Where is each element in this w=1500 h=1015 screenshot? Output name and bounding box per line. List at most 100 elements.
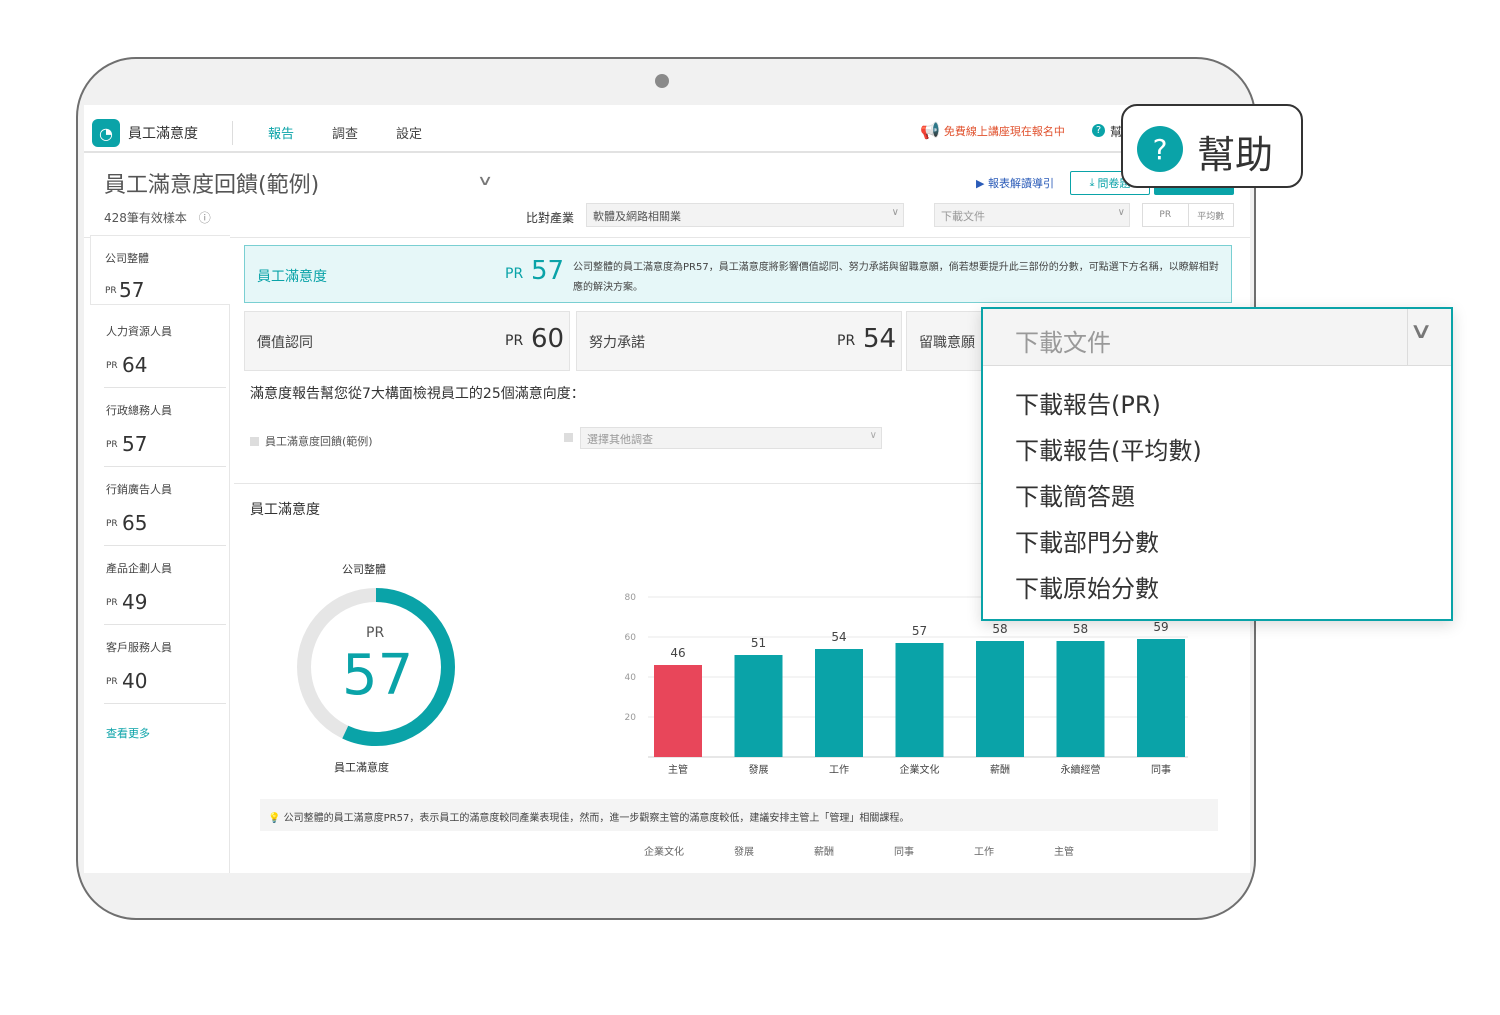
app-logo-icon[interactable]: ◔ [92,119,120,147]
satisfaction-summary-card[interactable]: 員工滿意度 PR 57 公司整體的員工滿意度為PR57，員工滿意度將影響價值認同… [244,245,1232,303]
download-dropdown: 下載文件 ∨ 下載報告(PR) 下載報告(平均數) 下載簡答題 下載部門分數 下… [981,307,1453,621]
section-title: 員工滿意度 [250,502,320,518]
y-tick-label: 20 [625,713,637,723]
pr-label: PR [105,286,117,296]
report-title: 員工滿意度回饋(範例) [104,173,320,198]
other-survey-check[interactable] [564,433,573,442]
sidebar-item-service[interactable]: 客戶服務人員 PR 40 [90,625,230,695]
summary-description: 公司整體的員工滿意度為PR57，員工滿意度將影響價值認同、努力承諾與留職意願，倘… [573,262,1219,293]
download-dropdown-placeholder: 下載文件 [1015,329,1111,357]
sidebar-item-label: 行政總務人員 [106,404,172,417]
download-select-value: 下載文件 [941,210,985,223]
summary-pr: 57 [531,256,565,286]
bar-value-label: 54 [831,630,846,644]
x-tick-label: 薪酬 [990,764,1010,776]
download-icon: ⤓ [1089,176,1095,189]
nav-tab-settings[interactable]: 設定 [396,123,422,142]
sidebar-item-marketing[interactable]: 行銷廣告人員 PR 65 [90,467,230,537]
bar [654,665,702,757]
insight-text: 公司整體的員工滿意度PR57，表示員工的滿意度較同產業表現佳，然而，進一步觀察主… [283,813,910,824]
sidebar-item-product[interactable]: 產品企劃人員 PR 49 [90,546,230,616]
summary-label: 員工滿意度 [257,269,327,285]
help-callout[interactable]: ? 幫助 [1121,104,1303,188]
megaphone-icon: 📢 [920,121,940,140]
bar [815,649,863,757]
cut-label: 企業文化 [644,847,684,858]
bar [976,641,1024,757]
sidebar-item-pr: 49 [122,590,148,614]
department-sidebar: 公司整體 PR 57 人力資源人員 PR 64 行政總務人員 PR 57 行銷廣… [90,235,230,873]
subcard-label: 留職意願 [919,335,975,351]
pr-label: PR [106,361,118,371]
x-tick-label: 工作 [829,764,849,776]
subcard-value-identity[interactable]: 價值認同 PR 60 [244,311,570,371]
guide-link-text: 報表解讀導引 [987,177,1054,190]
pr-label: PR [837,333,856,349]
download-option-average[interactable]: 下載報告(平均數) [1015,431,1202,466]
chevron-down-icon[interactable]: ∨ [477,173,493,189]
subcard-pr: 54 [863,324,897,354]
toggle-pr[interactable]: PR [1143,204,1188,226]
sidebar-item-admin[interactable]: 行政總務人員 PR 57 [90,388,230,458]
sidebar-item-pr: 64 [122,353,148,377]
toggle-average[interactable]: 平均數 [1187,204,1234,226]
nav-tab-report[interactable]: 報告 [268,123,294,142]
sidebar-item-pr: 57 [119,278,145,302]
download-option-short-answer[interactable]: 下載簡答題 [1015,477,1135,512]
download-option-raw[interactable]: 下載原始分數 [1015,569,1159,604]
download-option-pr[interactable]: 下載報告(PR) [1015,385,1161,420]
bar [895,643,944,757]
x-tick-label: 發展 [749,763,769,776]
chevron-down-icon[interactable]: ∨ [1409,319,1433,344]
other-survey-select[interactable]: 選擇其他調查 ∨ [580,427,882,449]
sidebar-item-company[interactable]: 公司整體 PR 57 [90,235,230,305]
subcard-effort-commitment[interactable]: 努力承諾 PR 54 [576,311,902,371]
bar-value-label: 46 [670,646,685,660]
y-tick-label: 40 [625,673,637,683]
sidebar-item-pr: 40 [122,669,148,693]
nav-tab-survey[interactable]: 調查 [332,123,358,142]
pr-label: PR [106,440,118,450]
chevron-down-icon: ∨ [891,207,899,218]
bar [734,655,783,757]
subcard-pr: 60 [531,324,565,354]
sidebar-item-pr: 57 [122,432,148,456]
download-option-department[interactable]: 下載部門分數 [1015,523,1159,558]
gauge-value: 57 [342,643,414,708]
x-tick-label: 企業文化 [900,763,940,776]
download-dropdown-header[interactable]: 下載文件 ∨ [983,309,1451,366]
sample-count-text: 428筆有效樣本 [104,211,187,225]
bar [1137,639,1185,757]
score-mode-toggle: PR 平均數 [1142,203,1234,227]
dropdown-separator [1407,309,1408,366]
info-icon[interactable]: ⓘ [199,211,211,225]
pr-label: PR [106,598,118,608]
promo-link[interactable]: 📢 免費線上講座現在報名中 [920,121,1065,140]
view-more-link[interactable]: 查看更多 [106,725,150,741]
gauge-top-label: 公司整體 [342,563,386,576]
cut-label: 主管 [1054,847,1074,858]
current-survey-check[interactable]: 員工滿意度回饋(範例) [250,433,373,449]
chevron-down-icon: ∨ [1117,207,1125,218]
sidebar-item-label: 人力資源人員 [106,325,172,338]
x-tick-label: 同事 [1151,763,1171,776]
sidebar-item-pr: 65 [122,511,148,535]
app-title: 員工滿意度 [128,126,198,142]
compare-industry-select[interactable]: 軟體及網路相關業 ∨ [586,203,904,227]
sidebar-item-label: 產品企劃人員 [106,562,172,575]
sidebar-item-hr[interactable]: 人力資源人員 PR 64 [90,309,230,379]
sample-count: 428筆有效樣本 ⓘ [104,209,211,226]
compare-industry-label: 比對產業 [526,211,575,225]
bar-value-label: 58 [992,622,1007,636]
help-icon[interactable]: ? [1092,124,1105,137]
compare-industry-value: 軟體及網路相關業 [593,210,681,223]
top-nav: ◔ 員工滿意度 報告 調查 設定 📢 免費線上講座現在報名中 ? 幫 [84,105,1250,153]
bar-value-label: 58 [1073,622,1088,636]
cut-label: 同事 [894,847,914,858]
report-guide-link[interactable]: ▶ 報表解讀導引 [976,175,1054,191]
cut-label: 薪酬 [814,847,834,858]
current-survey-label: 員工滿意度回饋(範例) [265,435,373,448]
bar [1056,641,1105,757]
download-select[interactable]: 下載文件 ∨ [934,203,1130,227]
sidebar-item-label: 行銷廣告人員 [106,483,172,496]
